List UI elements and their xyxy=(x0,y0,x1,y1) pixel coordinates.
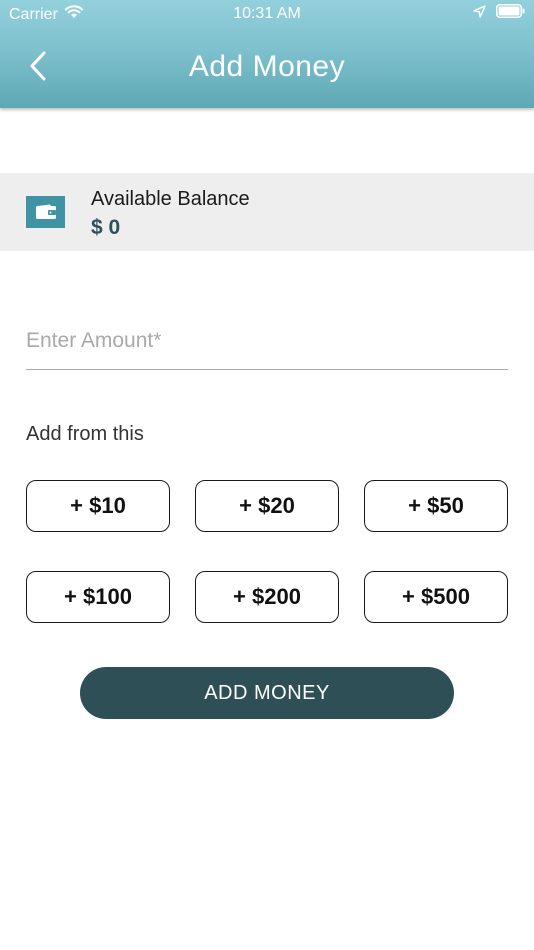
page-title: Add Money xyxy=(188,50,346,83)
location-arrow-icon xyxy=(473,4,486,23)
balance-section: Available Balance $ 0 xyxy=(0,173,534,251)
amount-input[interactable] xyxy=(26,318,508,364)
balance-value: $ 0 xyxy=(91,216,121,239)
add-money-button[interactable]: ADD MONEY xyxy=(80,667,454,719)
amount-field xyxy=(26,318,508,370)
balance-label: Available Balance xyxy=(91,188,250,210)
add-money-screen: Carrier 10:31 AM Add Money Available Bal… xyxy=(0,0,534,950)
add-100-button[interactable]: + $100 xyxy=(26,571,170,623)
status-right xyxy=(473,4,525,23)
header-bar: Carrier 10:31 AM Add Money xyxy=(0,0,534,108)
add-500-button[interactable]: + $500 xyxy=(364,571,508,623)
add-200-button[interactable]: + $200 xyxy=(195,571,339,623)
quick-add-label: Add from this xyxy=(26,423,144,445)
add-50-button[interactable]: + $50 xyxy=(364,480,508,532)
add-20-button[interactable]: + $20 xyxy=(195,480,339,532)
status-bar: Carrier 10:31 AM xyxy=(0,0,534,28)
status-time: 10:31 AM xyxy=(233,5,301,22)
add-10-button[interactable]: + $10 xyxy=(26,480,170,532)
battery-icon xyxy=(496,4,525,23)
wallet-icon xyxy=(26,196,65,228)
